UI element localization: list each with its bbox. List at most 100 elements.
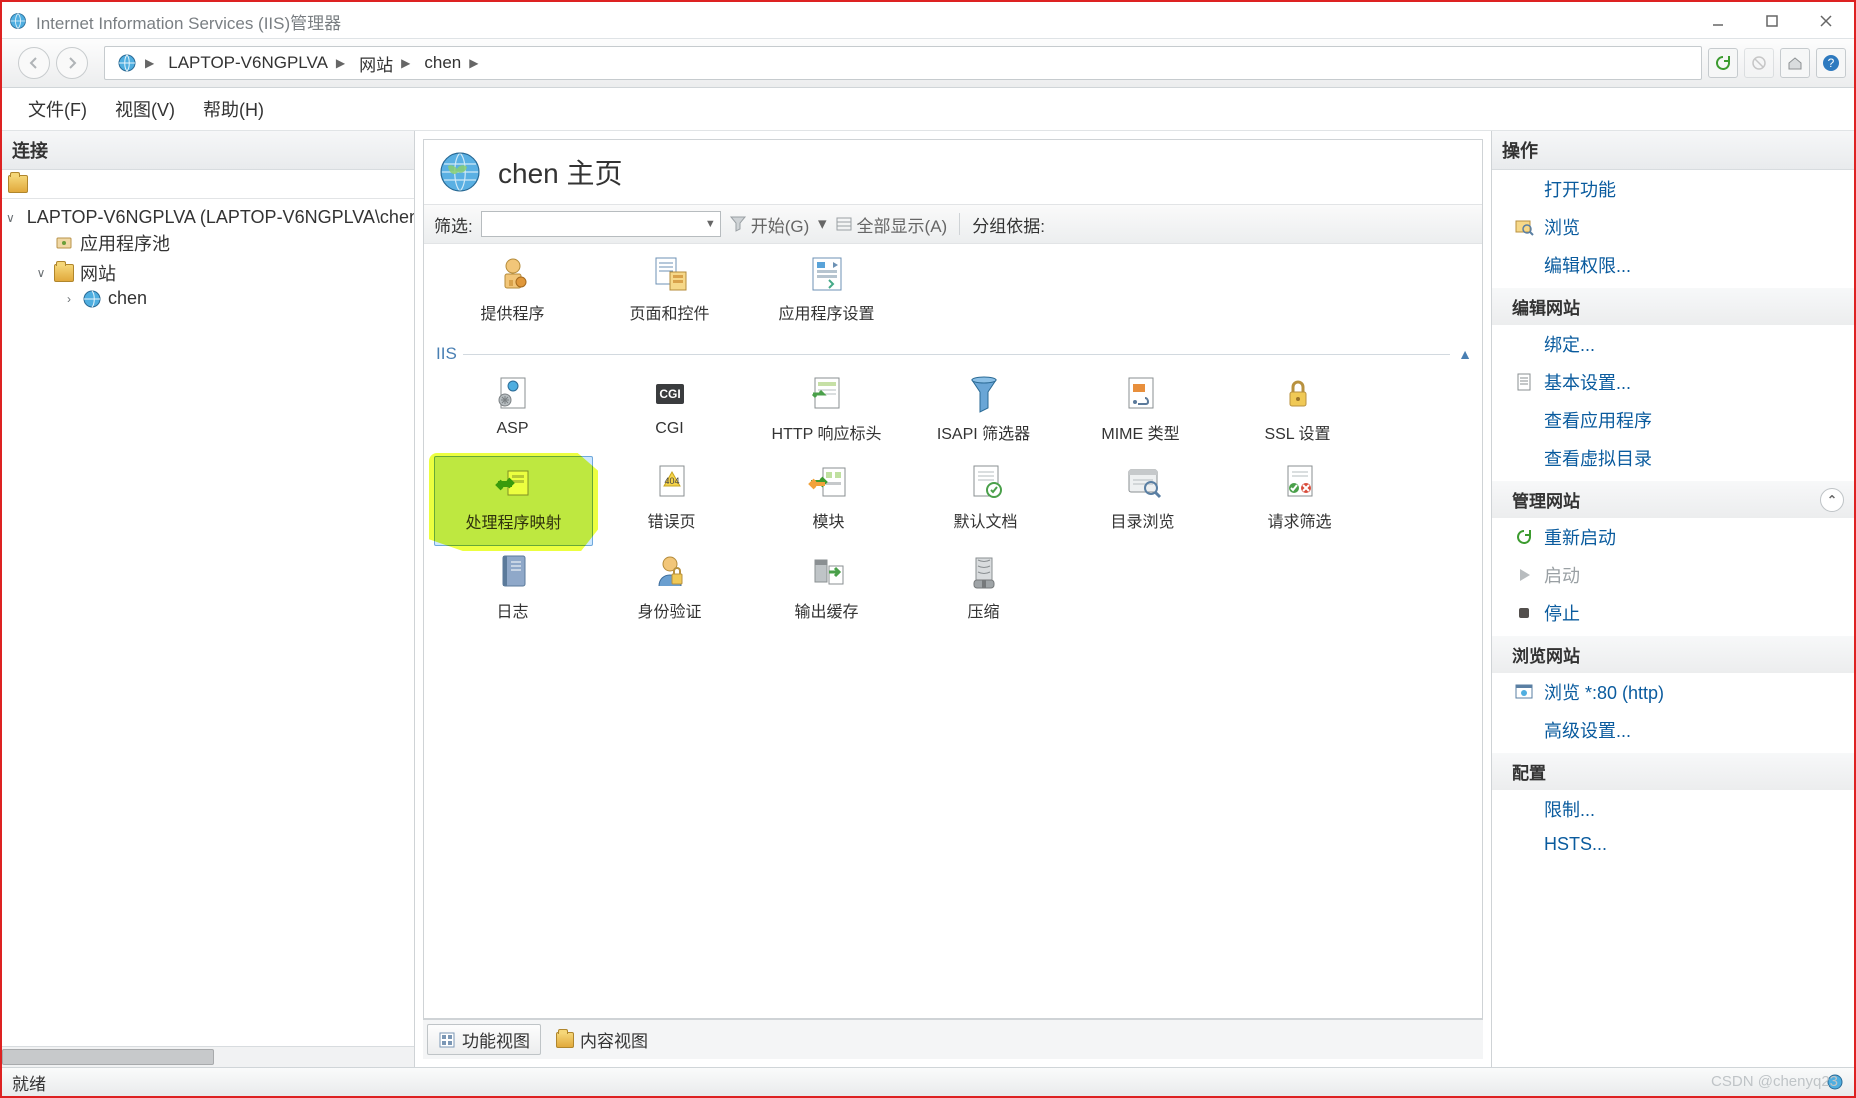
- logging-icon: [491, 550, 535, 594]
- pages-icon: [648, 252, 692, 296]
- menu-help[interactable]: 帮助(H): [199, 92, 268, 126]
- show-all-button[interactable]: 全部显示(A): [835, 212, 948, 237]
- window-titlebar: Internet Information Services (IIS)管理器: [2, 2, 1854, 39]
- tree-node-server[interactable]: LAPTOP-V6NGPLVA (LAPTOP-V6NGPLVA\chen): [27, 207, 414, 228]
- action-hsts[interactable]: HSTS...: [1492, 828, 1854, 861]
- feature-label: CGI: [655, 420, 683, 438]
- feature-handler[interactable]: 处理程序映射: [434, 456, 593, 546]
- feature-label: 身份验证: [637, 598, 701, 622]
- asp-icon: [491, 372, 535, 416]
- feature-modules[interactable]: 模块: [750, 456, 907, 546]
- collapse-icon[interactable]: ⌃: [1820, 488, 1844, 512]
- feature-label: 输出缓存: [794, 598, 858, 622]
- breadcrumb-sites[interactable]: 网站▶: [353, 51, 418, 76]
- auth-icon: [648, 550, 692, 594]
- svg-text:CGI: CGI: [659, 387, 680, 401]
- section-edit-website: 编辑网站: [1492, 288, 1854, 325]
- connections-tree[interactable]: ∨ LAPTOP-V6NGPLVA (LAPTOP-V6NGPLVA\chen)…: [2, 199, 414, 1046]
- collapse-section-icon[interactable]: ▲: [1458, 346, 1472, 362]
- section-browse-website: 浏览网站: [1492, 636, 1854, 673]
- feature-appsettings[interactable]: 应用程序设置: [748, 248, 905, 336]
- filter-input[interactable]: ▼: [481, 211, 721, 237]
- help-button[interactable]: ?: [1816, 48, 1846, 78]
- status-text: 就绪: [12, 1070, 46, 1095]
- feature-label: 请求筛选: [1267, 508, 1331, 532]
- globe-icon: [117, 53, 137, 73]
- action-view-applications[interactable]: 查看应用程序: [1492, 401, 1854, 439]
- feature-pages[interactable]: 页面和控件: [591, 248, 748, 336]
- minimize-button[interactable]: [1708, 11, 1728, 31]
- group-by-label: 分组依据:: [972, 212, 1045, 237]
- breadcrumb-server[interactable]: LAPTOP-V6NGPLVA▶: [162, 53, 353, 73]
- compression-icon: [962, 550, 1006, 594]
- chevron-right-icon: ▶: [334, 56, 347, 70]
- feature-logging[interactable]: 日志: [434, 546, 591, 634]
- feature-label: 错误页: [647, 508, 695, 532]
- menu-view[interactable]: 视图(V): [111, 92, 179, 126]
- feature-mime[interactable]: MIME 类型: [1062, 368, 1219, 456]
- action-restart[interactable]: 重新启动: [1492, 518, 1854, 556]
- tree-collapse-icon[interactable]: ∨: [6, 211, 15, 225]
- action-bindings[interactable]: 绑定...: [1492, 325, 1854, 363]
- nav-forward-button[interactable]: [56, 47, 88, 79]
- breadcrumb-path[interactable]: ▶ LAPTOP-V6NGPLVA▶ 网站▶ chen▶: [104, 46, 1702, 80]
- home-button[interactable]: [1780, 48, 1810, 78]
- feature-asp[interactable]: ASP: [434, 368, 591, 456]
- dirbrowse-icon: [1121, 460, 1165, 504]
- status-bar: 就绪: [2, 1067, 1854, 1096]
- action-edit-permissions[interactable]: 编辑权限...: [1492, 246, 1854, 284]
- action-open-feature[interactable]: 打开功能: [1492, 170, 1854, 208]
- action-browse[interactable]: 浏览: [1492, 208, 1854, 246]
- features-content-area: 提供程序页面和控件应用程序设置 IIS▲ ASPCGICGIHTTP 响应标头I…: [424, 244, 1482, 1018]
- action-advanced-settings[interactable]: 高级设置...: [1492, 711, 1854, 749]
- feature-auth[interactable]: 身份验证: [591, 546, 748, 634]
- action-stop[interactable]: 停止: [1492, 594, 1854, 632]
- maximize-button[interactable]: [1762, 11, 1782, 31]
- feature-ssl[interactable]: SSL 设置: [1219, 368, 1376, 456]
- feature-isapi[interactable]: ISAPI 筛选器: [905, 368, 1062, 456]
- action-basic-settings[interactable]: 基本设置...: [1492, 363, 1854, 401]
- action-view-virtual-dirs[interactable]: 查看虚拟目录: [1492, 439, 1854, 477]
- feature-label: ISAPI 筛选器: [937, 420, 1030, 444]
- nav-back-button[interactable]: [18, 47, 50, 79]
- dropdown-icon: ▼: [705, 218, 716, 230]
- defaultdoc-icon: [964, 460, 1008, 504]
- filter-toolbar: 筛选: ▼ 开始(G) ▾ 全部显示(A) 分组依据:: [424, 204, 1482, 244]
- features-panel: chen 主页 筛选: ▼ 开始(G) ▾ 全部显示(A) 分组依据:: [415, 131, 1492, 1067]
- feature-defaultdoc[interactable]: 默认文档: [907, 456, 1064, 546]
- stop-all-button[interactable]: [1744, 48, 1774, 78]
- tree-expand-icon[interactable]: ›: [62, 292, 76, 306]
- section-configure: 配置: [1492, 753, 1854, 790]
- feature-cgi[interactable]: CGI CGI: [591, 368, 748, 456]
- tree-collapse-icon[interactable]: ∨: [34, 266, 48, 280]
- feature-dirbrowse[interactable]: 目录浏览: [1064, 456, 1221, 546]
- play-icon: [1514, 565, 1534, 585]
- feature-error[interactable]: 404错误页: [593, 456, 750, 546]
- feature-compression[interactable]: 压缩: [905, 546, 1062, 634]
- refresh-button[interactable]: [1708, 48, 1738, 78]
- tree-node-site-chen[interactable]: chen: [108, 288, 147, 309]
- feature-http[interactable]: HTTP 响应标头: [748, 368, 905, 456]
- feature-outputcache[interactable]: 输出缓存: [748, 546, 905, 634]
- action-limits[interactable]: 限制...: [1492, 790, 1854, 828]
- close-button[interactable]: [1816, 11, 1836, 31]
- site-globe-icon: [82, 289, 102, 309]
- feature-label: 处理程序映射: [465, 509, 561, 533]
- tree-node-sites[interactable]: 网站: [80, 260, 116, 286]
- menu-file[interactable]: 文件(F): [24, 92, 91, 126]
- stop-icon: [1514, 603, 1534, 623]
- feature-reqfilter[interactable]: 请求筛选: [1221, 456, 1378, 546]
- chevron-right-icon: ▶: [399, 56, 412, 70]
- action-browse-80[interactable]: 浏览 *:80 (http): [1492, 673, 1854, 711]
- feature-label: 提供程序: [480, 300, 544, 324]
- feature-providers[interactable]: 提供程序: [434, 248, 591, 336]
- content-view-tab[interactable]: 内容视图: [545, 1024, 659, 1055]
- features-view-tab[interactable]: 功能视图: [427, 1024, 541, 1055]
- connections-scrollbar[interactable]: [2, 1046, 414, 1067]
- filter-start-button[interactable]: 开始(G) ▾: [729, 212, 827, 237]
- restart-icon: [1514, 527, 1534, 547]
- breadcrumb-site[interactable]: chen▶: [418, 53, 486, 73]
- tree-node-app-pools[interactable]: 应用程序池: [80, 230, 170, 256]
- folder-icon[interactable]: [8, 175, 28, 193]
- action-start[interactable]: 启动: [1492, 556, 1854, 594]
